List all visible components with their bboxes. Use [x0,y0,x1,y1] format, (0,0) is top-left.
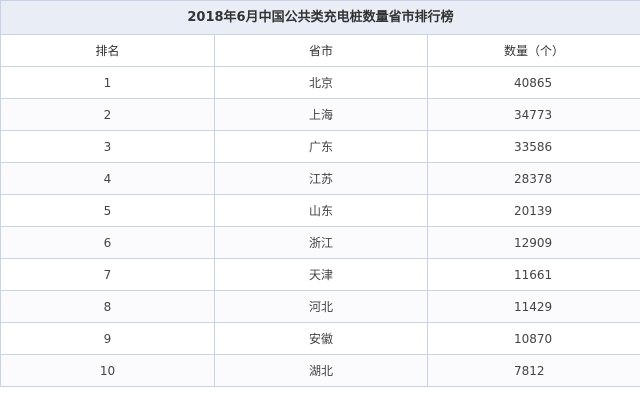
table-row: 5 山东 20139 [0,194,640,227]
count-cell: 33586 [427,130,640,163]
rank-cell: 6 [0,226,215,259]
count-cell: 28378 [427,162,640,195]
city-cell: 浙江 [214,226,428,259]
header-city: 省市 [214,34,428,67]
table-header: 排名 省市 数量（个） [0,34,640,67]
rank-cell: 8 [0,290,215,323]
rank-cell: 4 [0,162,215,195]
rank-cell: 5 [0,194,215,227]
count-cell: 34773 [427,98,640,131]
city-cell: 北京 [214,66,428,99]
rank-cell: 1 [0,66,215,99]
table-row: 2 上海 34773 [0,98,640,131]
count-cell: 10870 [427,322,640,355]
city-cell: 河北 [214,290,428,323]
table-row: 1 北京 40865 [0,66,640,99]
rank-cell: 7 [0,258,215,291]
ranking-table: 2018年6月中国公共类充电桩数量省市排行榜 排名 省市 数量（个） 1 北京 … [0,0,640,387]
city-cell: 江苏 [214,162,428,195]
count-cell: 20139 [427,194,640,227]
rank-cell: 2 [0,98,215,131]
table-row: 4 江苏 28378 [0,162,640,195]
table-row: 10 湖北 7812 [0,354,640,387]
table-row: 7 天津 11661 [0,258,640,291]
header-rank: 排名 [0,34,215,67]
city-cell: 山东 [214,194,428,227]
city-cell: 湖北 [214,354,428,387]
table-row: 9 安徽 10870 [0,322,640,355]
city-cell: 上海 [214,98,428,131]
header-count: 数量（个） [427,34,640,67]
city-cell: 广东 [214,130,428,163]
header-row: 排名 省市 数量（个） [0,34,640,67]
table-title: 2018年6月中国公共类充电桩数量省市排行榜 [0,0,640,34]
rank-cell: 3 [0,130,215,163]
table-row: 8 河北 11429 [0,290,640,323]
count-cell: 12909 [427,226,640,259]
count-cell: 11661 [427,258,640,291]
count-cell: 40865 [427,66,640,99]
table-row: 3 广东 33586 [0,130,640,163]
count-cell: 7812 [427,354,640,387]
count-cell: 11429 [427,290,640,323]
city-cell: 天津 [214,258,428,291]
table-body: 1 北京 40865 2 上海 34773 3 广东 33586 4 江苏 28… [0,66,640,387]
rank-cell: 10 [0,354,215,387]
rank-cell: 9 [0,322,215,355]
table-row: 6 浙江 12909 [0,226,640,259]
city-cell: 安徽 [214,322,428,355]
